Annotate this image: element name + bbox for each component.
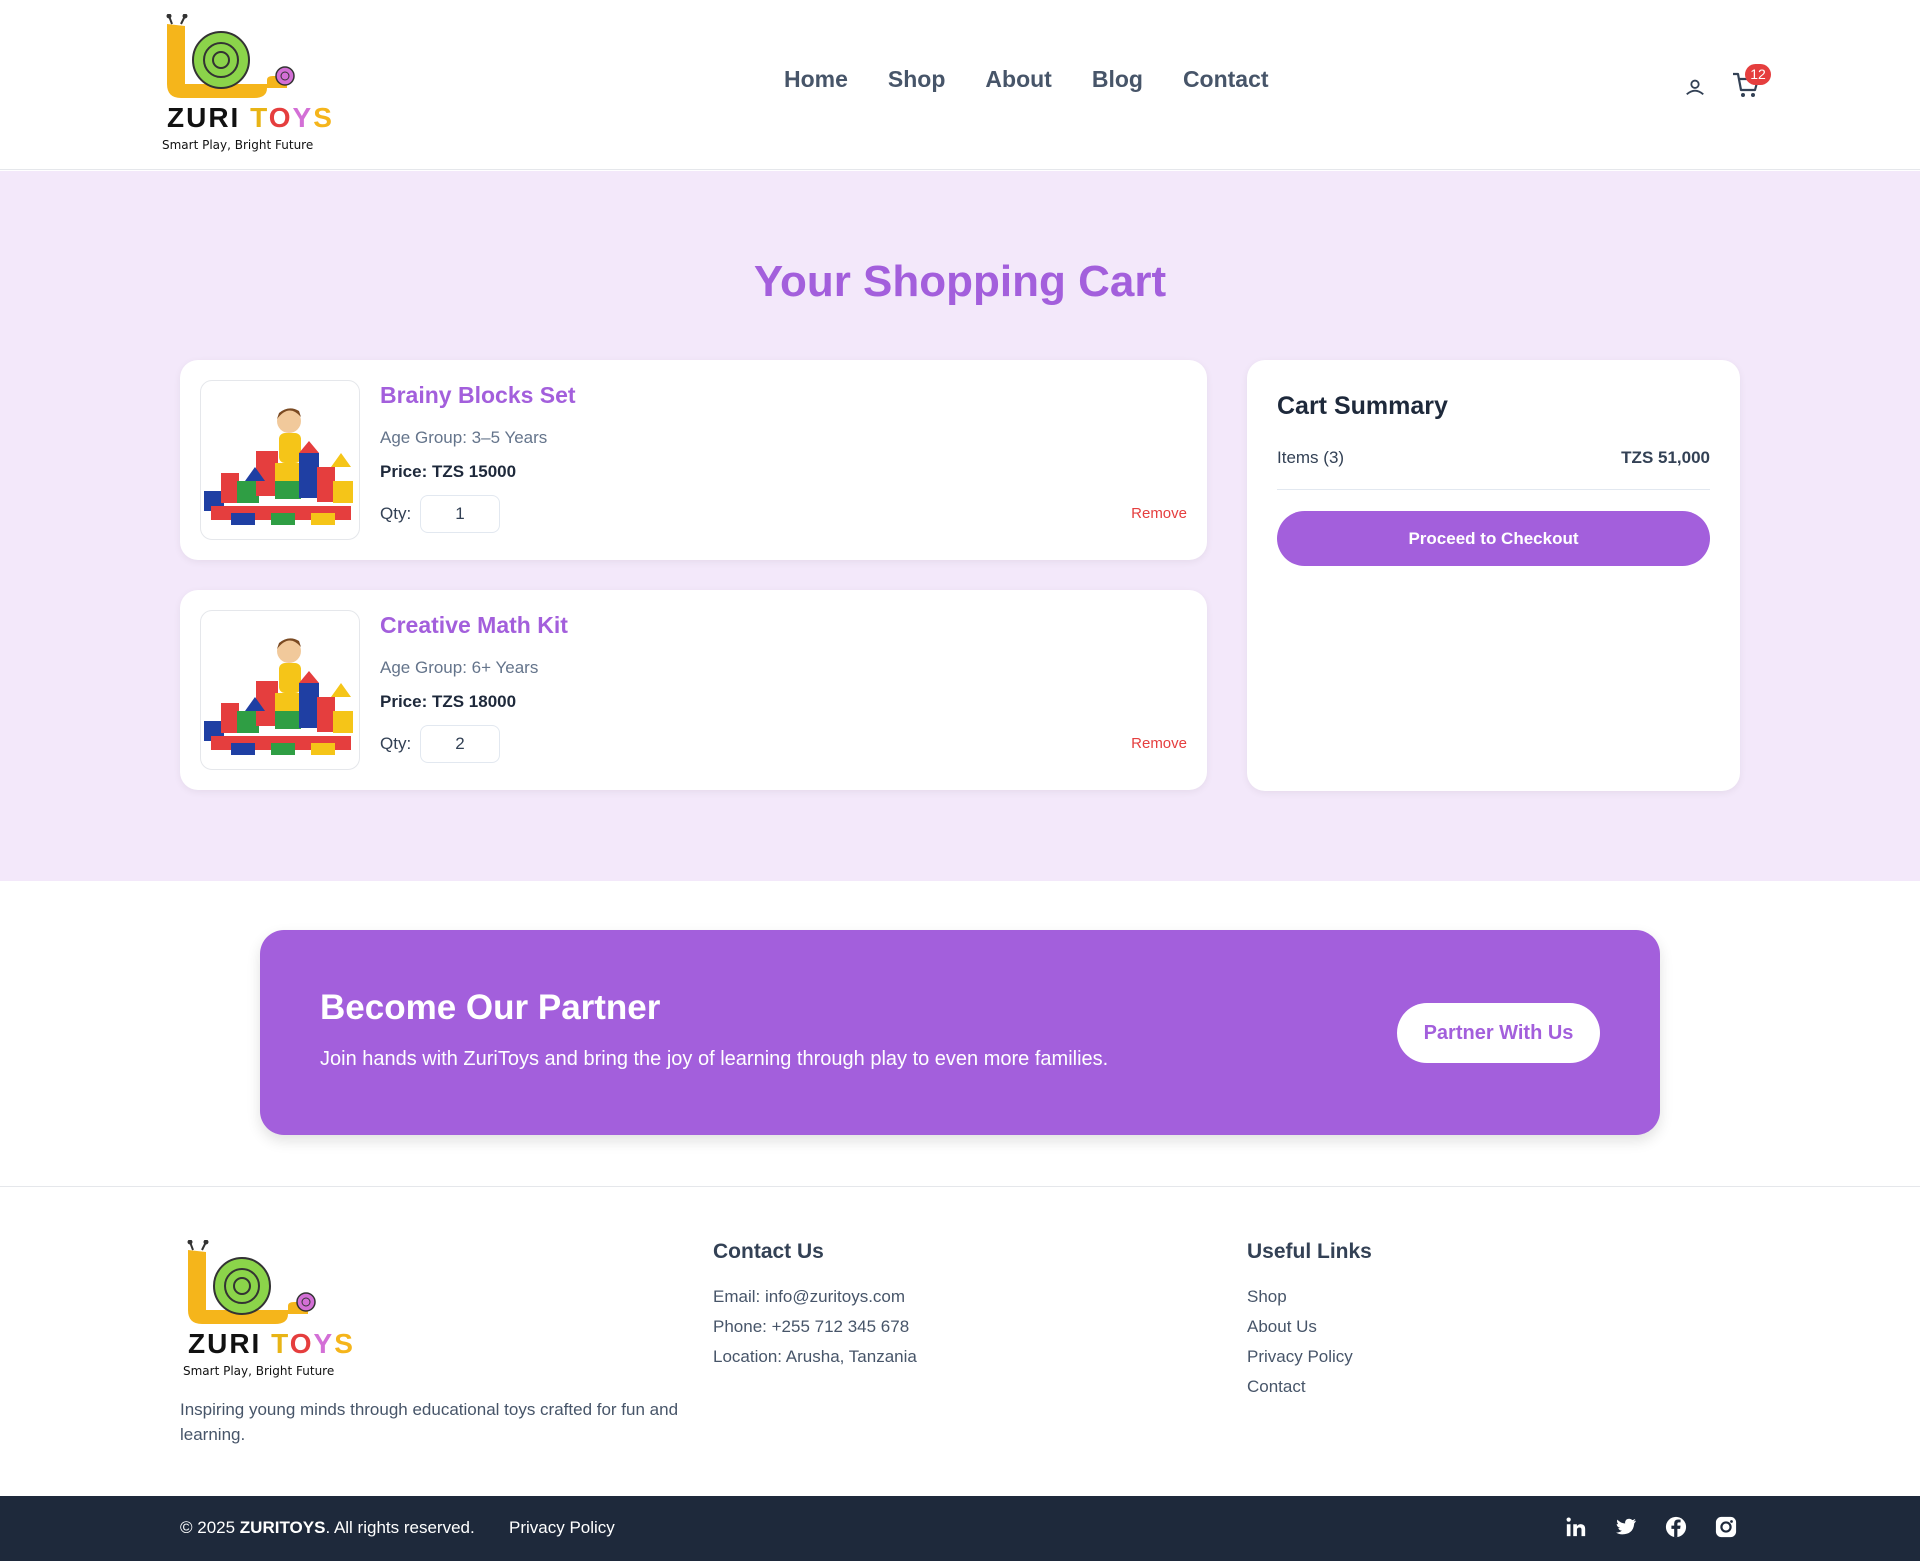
qty-label: Qty:: [380, 734, 412, 753]
cart-section: Your Shopping Cart Brainy Blocks Set Age…: [0, 171, 1920, 881]
footer-about-text: Inspiring young minds through educationa…: [180, 1400, 679, 1444]
cart-summary: Cart Summary Items (3) TZS 51,000 Procee…: [1247, 360, 1740, 791]
qty-label: Qty:: [380, 504, 412, 523]
product-age-group: Age Group: 6+ Years: [380, 658, 539, 677]
contact-heading: Contact Us: [713, 1240, 824, 1263]
remove-button[interactable]: Remove: [1131, 505, 1187, 522]
cart-count-badge: 12: [1745, 64, 1771, 85]
copyright-text: © 2025 ZURITOYS. All rights reserved.: [180, 1518, 475, 1538]
toy-blocks-image: [204, 638, 353, 755]
product-age-group: Age Group: 3–5 Years: [380, 428, 548, 447]
nav-about[interactable]: About: [985, 66, 1051, 93]
partner-banner: Become Our Partner Join hands with ZuriT…: [260, 930, 1660, 1135]
page-title: Your Shopping Cart: [753, 257, 1167, 306]
instagram-icon[interactable]: [1715, 1516, 1737, 1538]
main-nav: Home Shop About Blog Contact: [784, 66, 1269, 93]
nav-contact[interactable]: Contact: [1183, 66, 1269, 93]
footer-divider: [0, 1186, 1920, 1187]
contact-phone[interactable]: Phone: +255 712 345 678: [713, 1312, 917, 1342]
footer-link-about[interactable]: About Us: [1247, 1312, 1372, 1342]
product-name[interactable]: Creative Math Kit: [380, 612, 568, 639]
brand-name: ZURI TOYS: [188, 1328, 355, 1359]
snail-logo-icon: [187, 1239, 316, 1324]
nav-home[interactable]: Home: [784, 66, 848, 93]
linkedin-icon[interactable]: [1565, 1516, 1587, 1538]
facebook-icon[interactable]: [1665, 1516, 1687, 1538]
remove-button[interactable]: Remove: [1131, 735, 1187, 752]
footer-bottom-bar: © 2025 ZURITOYS. All rights reserved. Pr…: [0, 1496, 1920, 1561]
contact-email[interactable]: Email: info@zuritoys.com: [713, 1282, 917, 1312]
footer-link-privacy[interactable]: Privacy Policy: [1247, 1342, 1372, 1372]
product-name[interactable]: Brainy Blocks Set: [380, 382, 576, 409]
cart-item: Creative Math Kit Age Group: 6+ Years Pr…: [180, 590, 1207, 790]
footer-logo[interactable]: ZURI TOYS Smart Play, Bright Future: [180, 1239, 353, 1380]
summary-items-count: Items (3): [1277, 448, 1345, 467]
copyright-brand: ZURITOYS: [239, 1518, 326, 1537]
footer-links: Useful Links Shop About Us Privacy Polic…: [1247, 1240, 1372, 1402]
brand-tagline: Smart Play, Bright Future: [183, 1364, 335, 1378]
toy-blocks-image: [204, 408, 353, 525]
partner-title: Become Our Partner: [320, 988, 661, 1027]
product-image[interactable]: [200, 610, 360, 770]
partner-text: Join hands with ZuriToys and bring the j…: [320, 1048, 1109, 1070]
brand-logo[interactable]: ZURI TOYS Smart Play, Bright Future: [159, 13, 332, 159]
twitter-icon[interactable]: [1615, 1516, 1637, 1538]
footer-link-contact[interactable]: Contact: [1247, 1372, 1372, 1402]
summary-divider: [1277, 489, 1710, 490]
quantity-input[interactable]: [420, 495, 500, 533]
site-header: ZURI TOYS Smart Play, Bright Future Home…: [0, 0, 1920, 170]
copyright-prefix: © 2025: [180, 1518, 240, 1537]
contact-location: Location: Arusha, Tanzania: [713, 1347, 917, 1366]
links-heading: Useful Links: [1247, 1240, 1372, 1263]
cart-item: Brainy Blocks Set Age Group: 3–5 Years P…: [180, 360, 1207, 560]
checkout-button[interactable]: Proceed to Checkout: [1277, 511, 1710, 566]
summary-total: TZS 51,000: [1621, 448, 1710, 467]
copyright-suffix: . All rights reserved.: [325, 1518, 475, 1537]
footer-link-shop[interactable]: Shop: [1247, 1282, 1372, 1312]
snail-logo-icon: [166, 13, 295, 98]
footer-contact: Contact Us Email: info@zuritoys.com Phon…: [713, 1240, 917, 1372]
user-icon[interactable]: [1684, 76, 1706, 98]
brand-name: ZURI TOYS: [167, 102, 334, 133]
nav-shop[interactable]: Shop: [888, 66, 946, 93]
product-image[interactable]: [200, 380, 360, 540]
privacy-policy-link[interactable]: Privacy Policy: [509, 1518, 615, 1538]
nav-blog[interactable]: Blog: [1092, 66, 1143, 93]
brand-tagline: Smart Play, Bright Future: [162, 138, 314, 152]
product-price: Price: TZS 15000: [380, 462, 517, 481]
partner-button[interactable]: Partner With Us: [1397, 1003, 1600, 1063]
summary-title: Cart Summary: [1277, 392, 1448, 420]
product-price: Price: TZS 18000: [380, 692, 517, 711]
quantity-input[interactable]: [420, 725, 500, 763]
